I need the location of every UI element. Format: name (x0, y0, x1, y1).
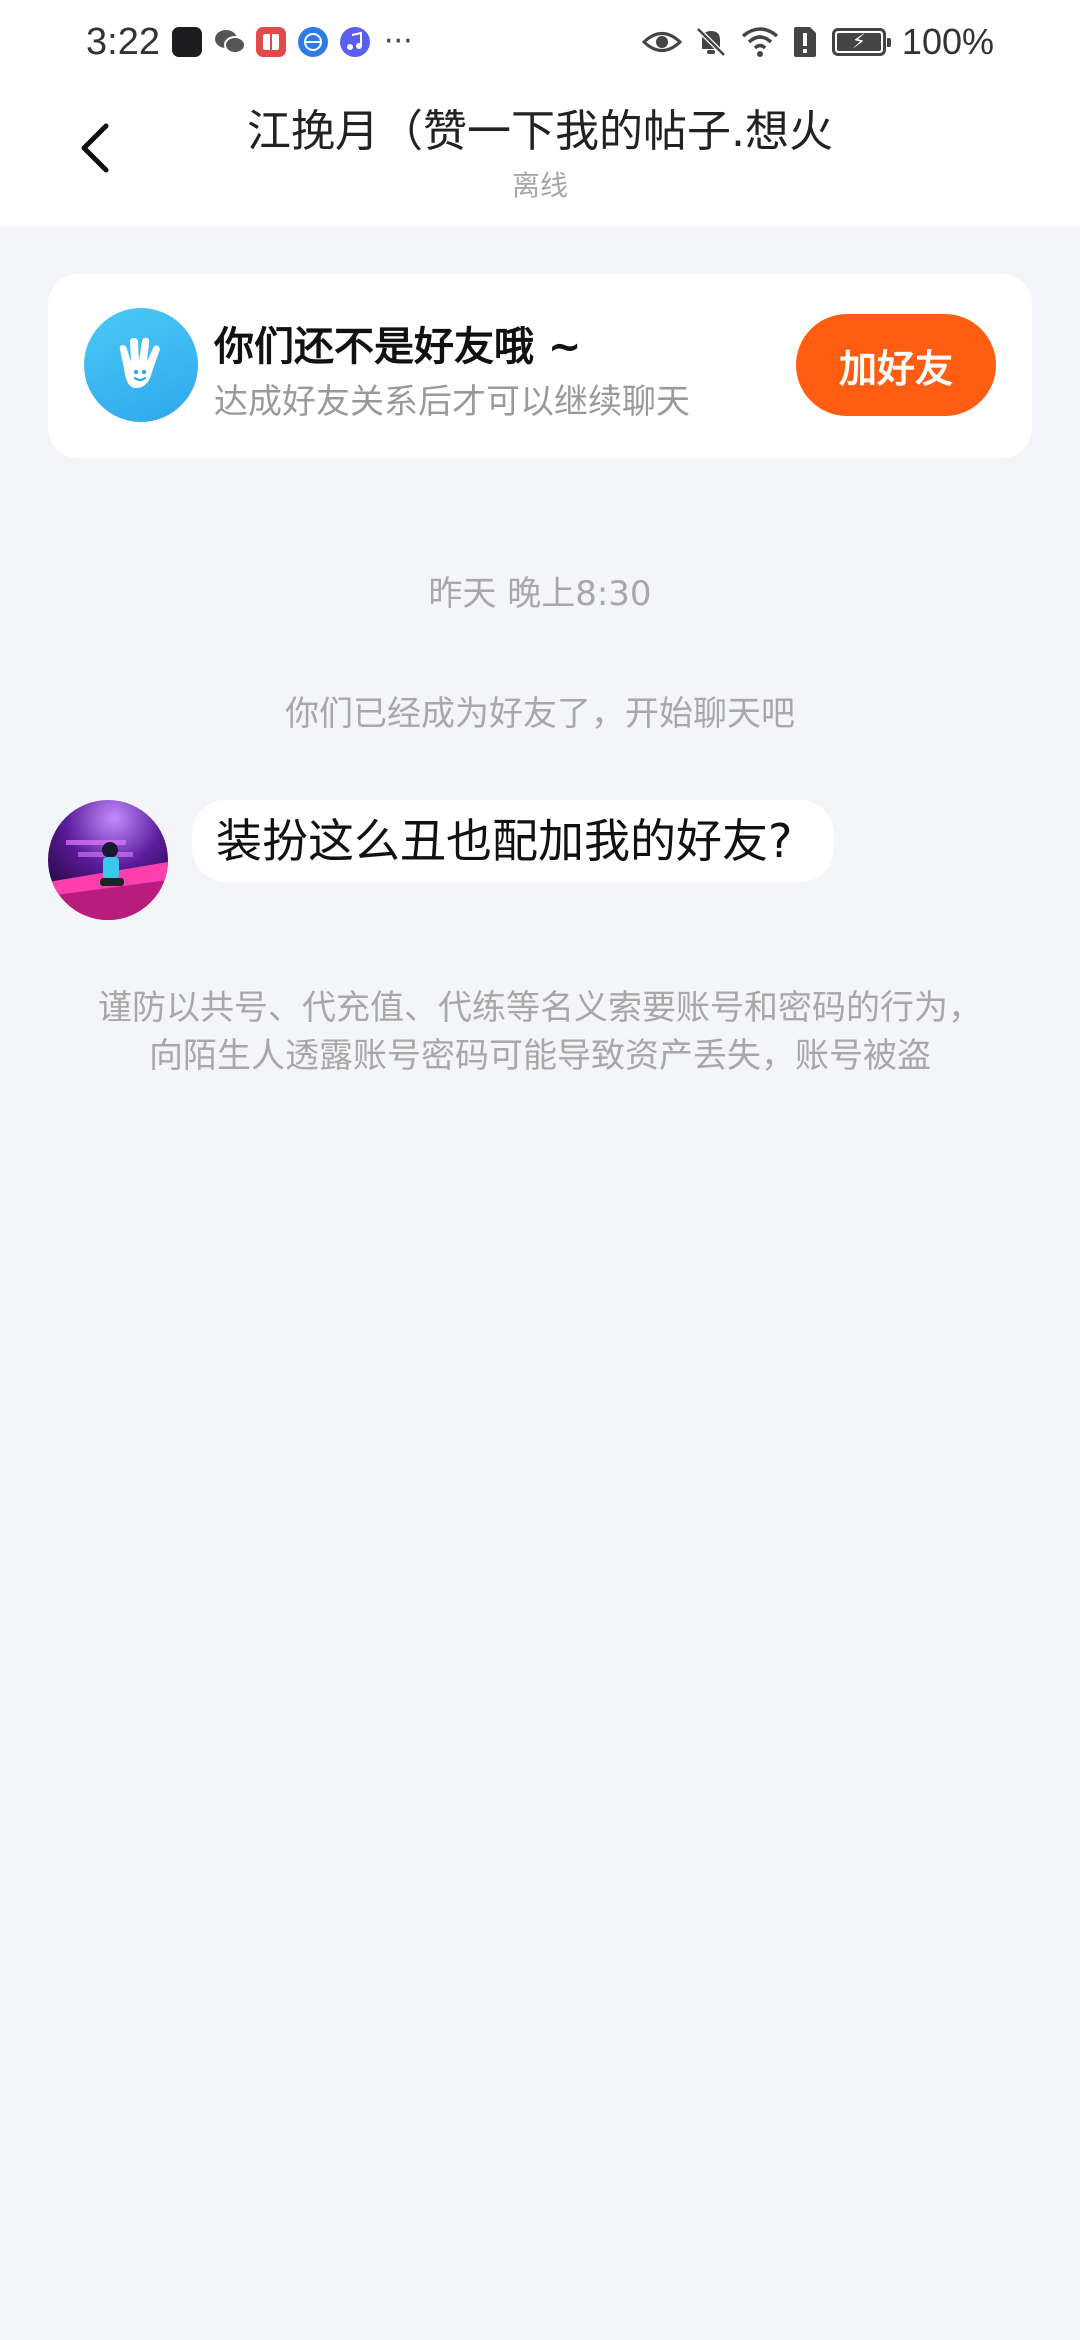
status-time: 3:22 (86, 21, 160, 63)
wave-hand-icon (84, 308, 198, 422)
browser-icon (298, 27, 328, 57)
battery-percent: 100% (901, 21, 994, 62)
message-bubble[interactable]: 装扮这么丑也配加我的好友? (192, 800, 835, 882)
message-timestamp: 昨天 晚上8:30 (428, 574, 652, 614)
chat-title: 江挽月（赞一下我的帖子.想火 (247, 106, 833, 157)
not-friends-subtitle: 达成好友关系后才可以继续聊天 (214, 382, 690, 422)
book-icon (256, 27, 286, 57)
mute-bell-icon (694, 25, 728, 59)
notification-icons: ··· (172, 22, 413, 62)
charging-bolt-icon: ⚡ (851, 29, 866, 53)
music-icon (340, 27, 370, 57)
wifi-icon (740, 26, 780, 58)
sim-alert-icon (792, 25, 818, 59)
not-friends-title: 你们还不是好友哦 ~ (214, 324, 582, 370)
app-icon (172, 27, 202, 57)
eye-icon (641, 27, 682, 57)
wechat-icon (214, 27, 246, 57)
add-friend-button[interactable]: 加好友 (796, 314, 996, 416)
status-bar: 3:22 ··· ⚡ 100% (0, 0, 1080, 84)
status-right: ⚡ 100% (630, 20, 994, 64)
not-friends-card: 你们还不是好友哦 ~ 达成好友关系后才可以继续聊天 加好友 (48, 274, 1032, 458)
avatar[interactable] (48, 800, 168, 920)
more-notifications-icon: ··· (384, 24, 413, 59)
chat-header: 江挽月（赞一下我的帖子.想火 离线 (0, 84, 1080, 226)
system-note: 你们已经成为好友了，开始聊天吧 (285, 694, 795, 734)
battery-icon: ⚡ (831, 28, 891, 56)
security-warning: 谨防以共号、代充值、代练等名义索要账号和密码的行为，向陌生人透露账号密码可能导致… (98, 988, 982, 1076)
online-status: 离线 (511, 169, 568, 202)
